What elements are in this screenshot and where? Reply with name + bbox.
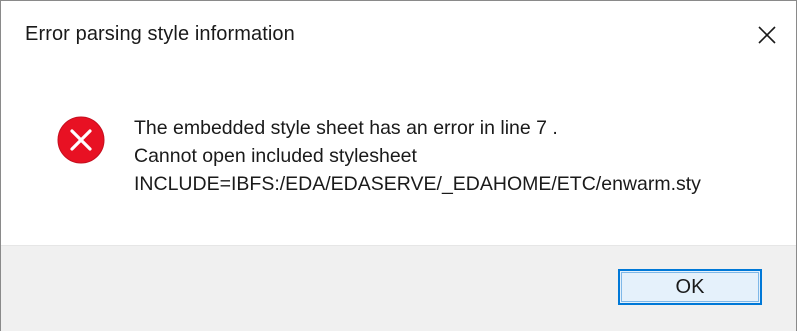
ok-button-label: OK	[675, 275, 705, 298]
dialog-content: The embedded style sheet has an error in…	[1, 75, 796, 245]
button-bar: OK	[1, 245, 796, 331]
close-button[interactable]	[744, 13, 790, 57]
close-icon	[758, 26, 776, 44]
message-line-1: The embedded style sheet has an error in…	[134, 117, 558, 139]
dialog-title: Error parsing style information	[25, 23, 295, 45]
title-bar[interactable]: Error parsing style information	[1, 1, 796, 75]
ok-button[interactable]: OK	[618, 269, 762, 305]
message-line-3: INCLUDE=IBFS:/EDA/EDASERVE/_EDAHOME/ETC/…	[134, 173, 701, 195]
error-dialog: Error parsing style information The embe…	[0, 0, 797, 331]
message-line-2: Cannot open included stylesheet	[134, 145, 417, 167]
error-message: The embedded style sheet has an error in…	[134, 114, 701, 198]
error-icon	[57, 116, 105, 164]
